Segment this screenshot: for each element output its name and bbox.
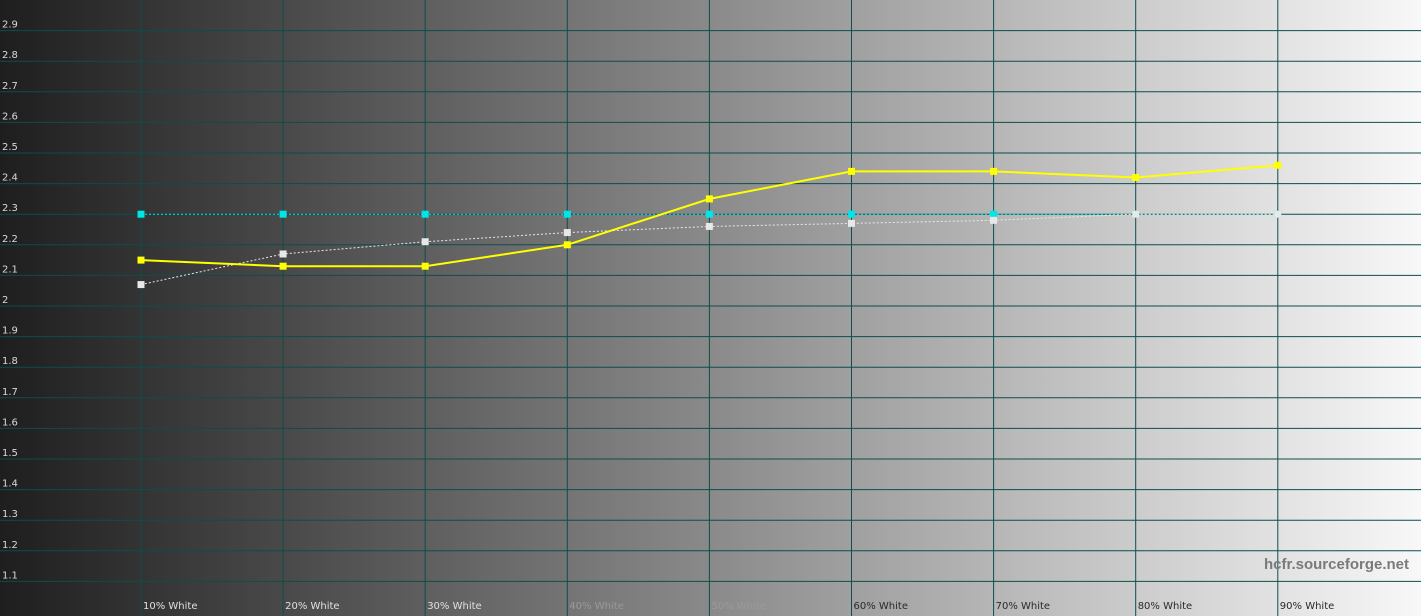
x-tick-label: 80% White <box>1138 601 1192 612</box>
series-point <box>137 256 145 264</box>
y-tick-label: 1.7 <box>2 387 18 398</box>
series-point <box>1132 210 1140 218</box>
x-tick-label: 40% White <box>569 601 623 612</box>
series-point <box>1274 210 1282 218</box>
y-tick-label: 1.8 <box>2 356 18 367</box>
y-tick-label: 2.7 <box>2 81 18 92</box>
gamma-chart: 1.1 1.2 1.3 1.4 1.5 1.6 1.7 1.8 1.9 2 2.1 2.2 2.3 2.4… <box>0 0 1421 616</box>
series-point <box>1132 173 1140 181</box>
series-point <box>563 229 571 237</box>
x-tick-label: 60% White <box>854 601 908 612</box>
plot-background <box>0 0 1421 616</box>
y-tick-label: 2.4 <box>2 173 18 184</box>
series-point <box>563 241 571 249</box>
x-tick-label: 90% White <box>1280 601 1334 612</box>
x-axis-ticks: 10% White 20% White 30% White 40% White 50% … <box>143 601 1334 612</box>
y-tick-label: 1.1 <box>2 570 18 581</box>
x-tick-label: 30% White <box>427 601 481 612</box>
y-tick-label: 1.6 <box>2 417 18 428</box>
series-point <box>990 167 998 175</box>
series-point <box>421 210 429 218</box>
series-point <box>137 281 145 289</box>
x-tick-label: 20% White <box>285 601 339 612</box>
series-point <box>990 210 998 218</box>
series-point <box>279 210 287 218</box>
y-tick-label: 2 <box>2 295 8 306</box>
watermark-text: hcfr.sourceforge.net <box>1264 556 1409 573</box>
series-point <box>279 262 287 270</box>
series-point <box>990 216 998 224</box>
y-tick-label: 2.9 <box>2 20 18 31</box>
series-point <box>848 167 855 175</box>
series-point <box>705 195 713 203</box>
y-tick-label: 1.9 <box>2 326 18 337</box>
y-tick-label: 1.5 <box>2 448 18 459</box>
x-tick-label: 50% White <box>711 601 765 612</box>
y-tick-label: 1.4 <box>2 479 18 490</box>
series-point <box>848 219 855 227</box>
series-point <box>563 210 571 218</box>
series-point <box>848 210 855 218</box>
series-point <box>705 210 713 218</box>
y-tick-label: 2.5 <box>2 142 18 153</box>
y-tick-label: 1.3 <box>2 509 18 520</box>
series-point <box>705 222 713 230</box>
x-tick-label: 70% White <box>996 601 1050 612</box>
y-tick-label: 2.6 <box>2 111 18 122</box>
y-tick-label: 2.1 <box>2 264 18 275</box>
series-point <box>279 250 287 258</box>
series-point <box>1274 161 1282 169</box>
y-tick-label: 1.2 <box>2 540 18 551</box>
y-tick-label: 2.8 <box>2 50 18 61</box>
series-point <box>421 262 429 270</box>
series-point <box>137 210 145 218</box>
y-tick-label: 2.3 <box>2 203 18 214</box>
y-tick-label: 2.2 <box>2 234 18 245</box>
series-point <box>421 238 429 246</box>
x-tick-label: 10% White <box>143 601 197 612</box>
